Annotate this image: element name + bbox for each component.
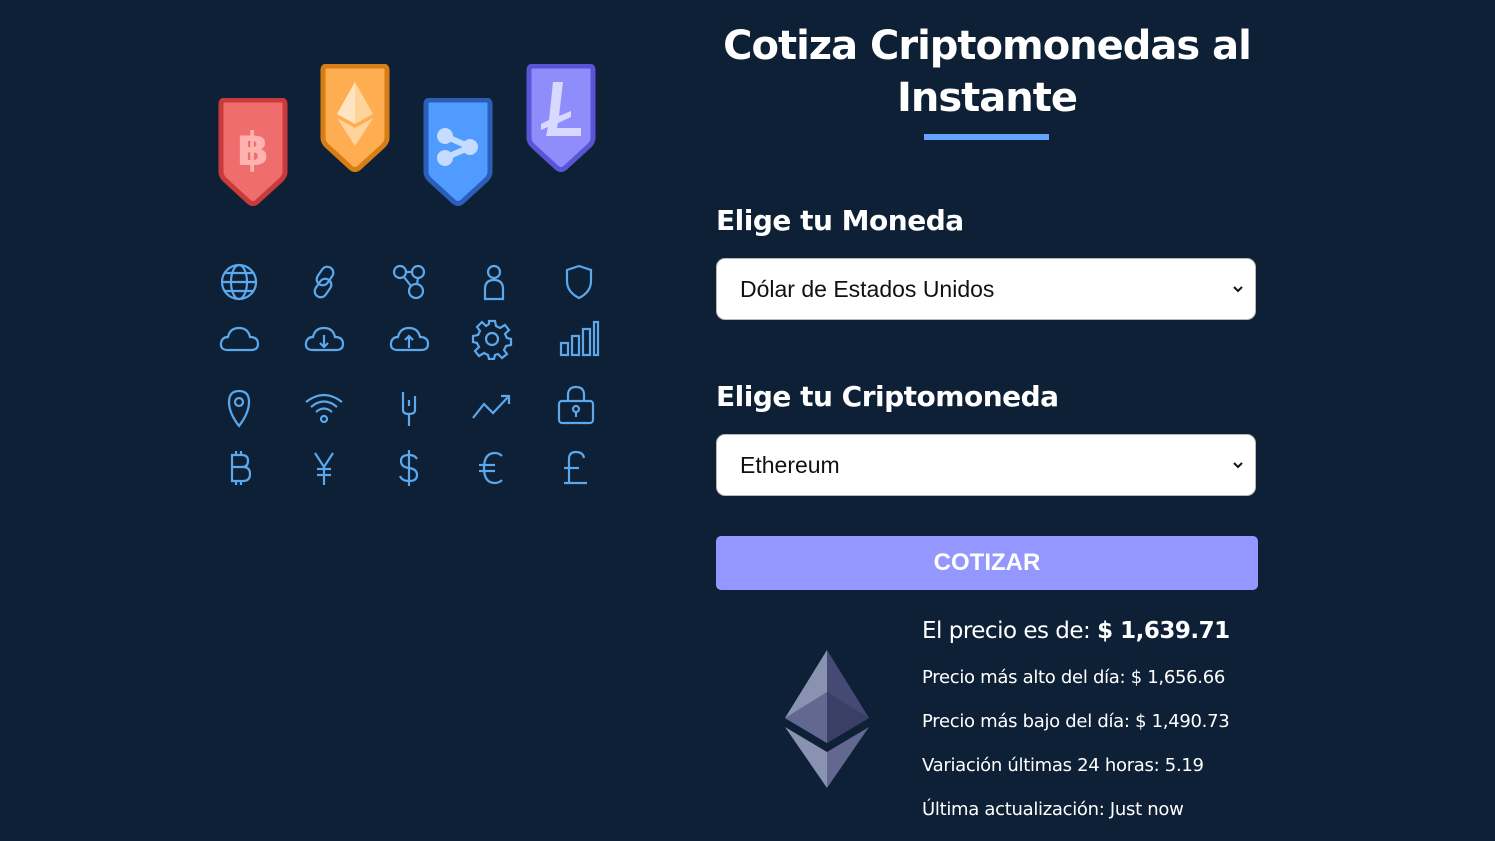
lock-icon xyxy=(555,384,597,426)
fork-icon xyxy=(388,386,430,428)
crypto-select-value: Ethereum xyxy=(740,451,840,478)
high-price: Precio más alto del día: $ 1,656.66 xyxy=(922,667,1226,688)
crypto-label: Elige tu Criptomoneda xyxy=(716,380,1059,413)
svg-text:฿: ฿ xyxy=(237,122,269,176)
page-title: Cotiza Criptomonedas al Instante xyxy=(723,23,1252,121)
change-24h: Variación últimas 24 horas: 5.19 xyxy=(922,755,1204,776)
pound-icon xyxy=(555,447,597,489)
globe-icon xyxy=(218,261,260,303)
cotizar-button[interactable]: COTIZAR xyxy=(716,536,1258,590)
quote-result: El precio es de: $ 1,639.71 Precio más a… xyxy=(716,612,1258,841)
bitcoin-badge-icon: ฿ xyxy=(218,98,288,206)
crypto-select[interactable]: Ethereum xyxy=(716,434,1256,496)
wifi-icon xyxy=(303,386,345,428)
crypto-illustration: ฿ xyxy=(205,60,615,500)
price-value: $ 1,639.71 xyxy=(1097,618,1230,644)
location-pin-icon xyxy=(218,386,260,428)
link-icon xyxy=(303,261,345,303)
ripple-badge-icon xyxy=(423,98,493,206)
currency-select[interactable]: Dólar de Estados Unidos xyxy=(716,258,1256,320)
ethereum-badge-icon xyxy=(320,64,390,172)
user-icon xyxy=(473,261,515,303)
litecoin-badge-icon xyxy=(526,64,596,172)
yen-icon xyxy=(303,447,345,489)
chevron-down-icon xyxy=(1233,462,1243,469)
dollar-icon xyxy=(388,447,430,489)
price-line: El precio es de: $ 1,639.71 xyxy=(922,612,1230,650)
gear-icon xyxy=(471,318,513,361)
title-underline xyxy=(924,134,1049,140)
cloud-download-icon xyxy=(303,318,345,360)
app-page: ฿ Cotiza Criptomonedas al Instante Elige… xyxy=(0,0,1495,841)
bitcoin-symbol-icon xyxy=(218,447,260,489)
price-prefix: El precio es de: xyxy=(922,618,1091,644)
cloud-upload-icon xyxy=(388,318,430,360)
cloud-icon xyxy=(218,318,260,360)
last-updated: Última actualización: Just now xyxy=(922,799,1184,820)
currency-select-value: Dólar de Estados Unidos xyxy=(740,275,995,302)
chevron-down-icon xyxy=(1233,286,1243,293)
trend-up-icon xyxy=(471,386,513,428)
molecule-icon xyxy=(388,261,430,303)
ethereum-logo-icon xyxy=(785,650,869,788)
low-price: Precio más bajo del día: $ 1,490.73 xyxy=(922,711,1230,732)
bar-chart-icon xyxy=(558,318,600,360)
result-details: El precio es de: $ 1,639.71 Precio más a… xyxy=(922,612,1230,832)
shield-icon xyxy=(558,261,600,303)
currency-label: Elige tu Moneda xyxy=(716,204,964,237)
euro-icon xyxy=(471,447,513,489)
